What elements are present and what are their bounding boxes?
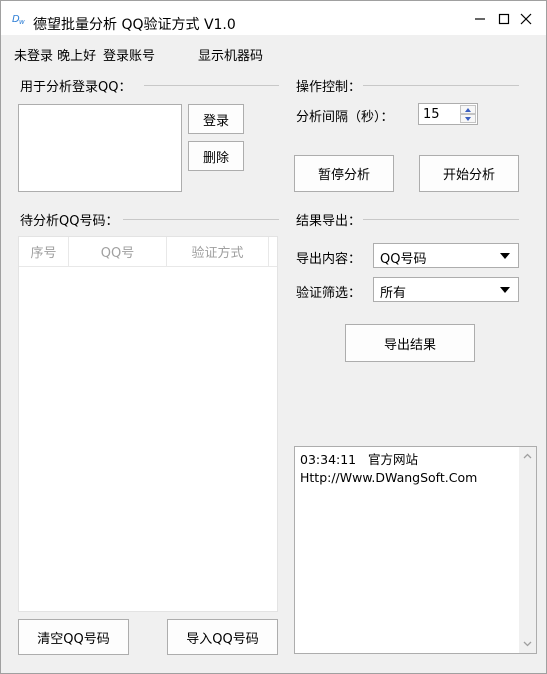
interval-label: 分析间隔（秒）： [296, 110, 394, 125]
export-content-select[interactable]: QQ号码 [373, 243, 519, 268]
verify-filter-value: 所有 [380, 286, 407, 301]
col-qq-header[interactable]: QQ号 [69, 237, 167, 266]
close-icon[interactable] [516, 9, 536, 29]
start-analysis-button[interactable]: 开始分析 [419, 155, 519, 192]
log-content: 03:34:11 官方网站 Http://Www.DWangSoft.Com [300, 451, 477, 487]
pending-qq-label: 待分析QQ号码： [20, 214, 119, 229]
export-content-label: 导出内容： [296, 252, 362, 267]
interval-spinbox[interactable]: 15 [418, 103, 478, 125]
menu-show-machine-code[interactable]: 显示机器码 [198, 45, 263, 64]
col-index-header[interactable]: 序号 [19, 237, 69, 266]
delete-button[interactable]: 删除 [188, 141, 244, 171]
app-logo-icon: D w [12, 14, 25, 25]
pause-analysis-button[interactable]: 暂停分析 [294, 155, 394, 192]
svg-text:w: w [19, 18, 25, 25]
window-title: 德望批量分析 QQ验证方式 V1.0 [33, 17, 236, 33]
chevron-down-icon [500, 253, 510, 259]
minimize-icon[interactable] [470, 9, 490, 29]
log-line-url[interactable]: Http://Www.DWangSoft.Com [300, 470, 477, 485]
title-bar: D w 德望批量分析 QQ验证方式 V1.0 [1, 1, 546, 35]
divider [363, 219, 519, 220]
vertical-scrollbar[interactable] [519, 447, 536, 653]
scroll-up-icon[interactable] [523, 453, 532, 459]
login-qq-label: 用于分析登录QQ： [20, 80, 132, 95]
login-status-text: 未登录 晚上好 [14, 49, 97, 64]
table-header-divider [19, 266, 277, 267]
control-label: 操作控制： [296, 80, 362, 95]
maximize-icon[interactable] [494, 9, 514, 29]
verify-filter-label: 验证筛选： [296, 286, 362, 301]
arrow-up-icon [465, 107, 471, 112]
export-content-value: QQ号码 [380, 252, 427, 267]
spin-up-button[interactable] [460, 105, 476, 114]
log-box[interactable]: 03:34:11 官方网站 Http://Www.DWangSoft.Com [294, 446, 537, 654]
verify-filter-select[interactable]: 所有 [373, 277, 519, 302]
login-button[interactable]: 登录 [188, 104, 244, 134]
log-line: 03:34:11 官方网站 [300, 452, 419, 467]
export-results-button[interactable]: 导出结果 [345, 324, 475, 362]
arrow-down-icon [465, 116, 471, 121]
chevron-down-icon [500, 287, 510, 293]
divider [123, 219, 279, 220]
interval-value: 15 [423, 107, 440, 122]
col-verify-header[interactable]: 验证方式 [167, 237, 269, 266]
divider [144, 85, 279, 86]
login-qq-list[interactable] [18, 104, 182, 192]
divider [363, 85, 519, 86]
scroll-down-icon[interactable] [523, 641, 532, 647]
menu-login-account[interactable]: 登录账号 [103, 45, 155, 64]
menu-bar: 未登录 晚上好 登录账号 显示机器码 [1, 35, 546, 69]
qq-table[interactable]: 序号 QQ号 验证方式 [18, 236, 278, 612]
import-qq-button[interactable]: 导入QQ号码 [167, 619, 278, 655]
main-window: D w 德望批量分析 QQ验证方式 V1.0 未登录 晚上好 登录账号 显示机器… [0, 0, 547, 674]
spin-down-button[interactable] [460, 114, 476, 123]
clear-qq-button[interactable]: 清空QQ号码 [18, 619, 129, 655]
export-label: 结果导出： [296, 214, 362, 229]
